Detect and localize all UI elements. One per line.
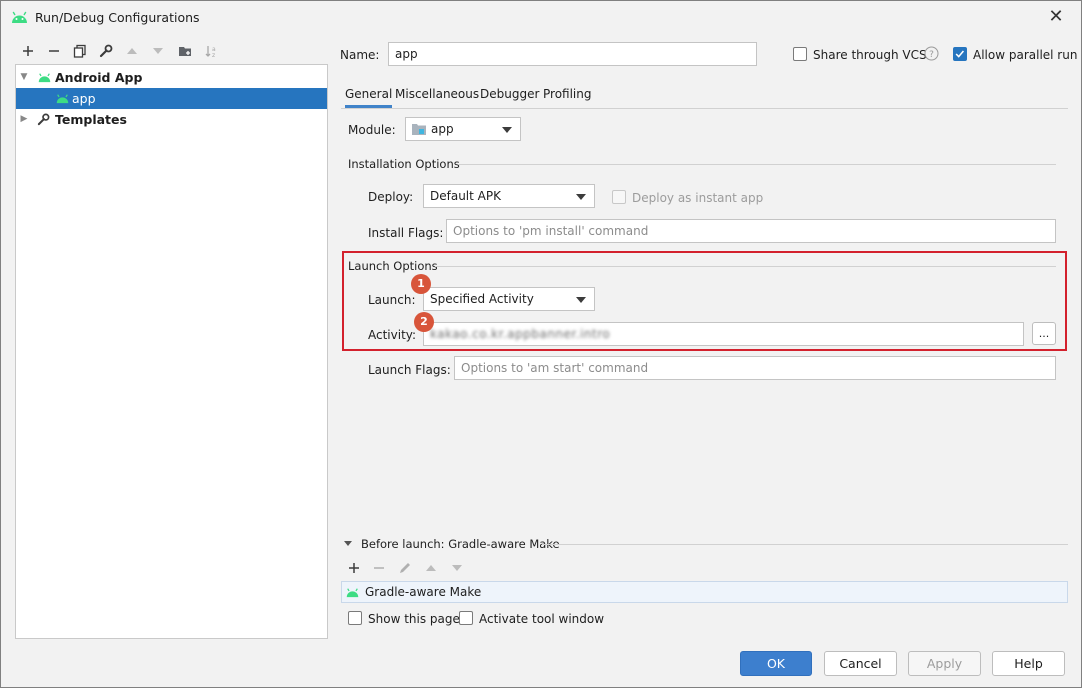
module-select[interactable]: app xyxy=(405,117,521,141)
apply-button[interactable]: Apply xyxy=(908,651,981,676)
tree-item-label: Templates xyxy=(55,112,127,127)
wrench-icon[interactable] xyxy=(96,41,116,61)
activity-label: Activity: xyxy=(368,328,417,342)
ok-button[interactable]: OK xyxy=(740,651,812,676)
android-icon xyxy=(38,73,51,83)
move-task-down-icon[interactable] xyxy=(447,558,467,578)
deploy-instant-app-checkbox[interactable] xyxy=(612,190,626,204)
module-value: app xyxy=(431,122,454,136)
android-icon xyxy=(346,587,359,597)
tab-debugger[interactable]: Debugger xyxy=(480,86,539,108)
window-title: Run/Debug Configurations xyxy=(35,10,200,25)
svg-text:z: z xyxy=(212,52,215,58)
activate-tool-window-label: Activate tool window xyxy=(479,612,605,626)
svg-text:?: ? xyxy=(929,50,934,60)
before-launch-separator xyxy=(542,544,1068,545)
browse-activity-button[interactable]: ... xyxy=(1032,322,1056,345)
activity-value: kakao.co.kr.appbanner.intro xyxy=(430,327,611,341)
close-icon[interactable]: ✕ xyxy=(1045,6,1067,28)
chevron-right-icon[interactable]: ▶ xyxy=(19,114,29,124)
step-badge-1: 1 xyxy=(411,274,431,294)
launch-label: Launch: xyxy=(368,293,416,307)
share-vcs-checkbox[interactable] xyxy=(793,47,807,61)
show-page-checkbox[interactable] xyxy=(348,611,362,625)
tree-item-templates[interactable]: ▶ Templates xyxy=(16,109,327,130)
title-bar: Run/Debug Configurations ✕ xyxy=(1,1,1081,34)
name-label: Name: xyxy=(340,48,380,62)
help-icon[interactable]: ? xyxy=(924,46,939,61)
add-icon[interactable] xyxy=(18,41,38,61)
launch-options-title: Launch Options xyxy=(348,259,438,273)
allow-parallel-checkbox[interactable] xyxy=(953,47,967,61)
chevron-down-icon[interactable]: ▼ xyxy=(19,72,29,82)
android-icon xyxy=(56,94,69,104)
move-task-up-icon[interactable] xyxy=(421,558,441,578)
before-launch-title: Before launch: Gradle-aware Make xyxy=(361,537,560,551)
help-button[interactable]: Help xyxy=(992,651,1065,676)
new-folder-icon[interactable] xyxy=(175,41,195,61)
deploy-select[interactable]: Default APK xyxy=(423,184,595,208)
chevron-down-icon xyxy=(576,194,586,200)
edit-task-icon[interactable] xyxy=(395,558,415,578)
launch-flags-label: Launch Flags: xyxy=(368,363,451,377)
before-launch-task-list: Gradle-aware Make xyxy=(341,581,1068,603)
collapse-before-launch-icon[interactable] xyxy=(344,541,352,546)
wrench-icon xyxy=(37,113,50,126)
launch-value: Specified Activity xyxy=(430,292,534,306)
share-vcs-label: Share through VCS xyxy=(813,48,927,62)
deploy-instant-app-label: Deploy as instant app xyxy=(632,191,764,205)
tab-miscellaneous[interactable]: Miscellaneous xyxy=(395,86,479,108)
remove-task-icon[interactable] xyxy=(369,558,389,578)
run-debug-dialog: Run/Debug Configurations ✕ az ▼ Android … xyxy=(1,1,1081,687)
tree-item-app[interactable]: app xyxy=(16,88,327,109)
tree-item-label: app xyxy=(72,91,96,106)
install-flags-input[interactable]: Options to 'pm install' command xyxy=(446,219,1056,243)
chevron-down-icon xyxy=(502,127,512,133)
cancel-button[interactable]: Cancel xyxy=(824,651,897,676)
module-folder-icon xyxy=(412,124,426,135)
chevron-down-icon xyxy=(576,297,586,303)
allow-parallel-label: Allow parallel run xyxy=(973,48,1078,62)
installation-options-title: Installation Options xyxy=(348,157,460,171)
step-badge-2: 2 xyxy=(414,312,434,332)
launch-flags-input[interactable]: Options to 'am start' command xyxy=(454,356,1056,380)
show-page-label: Show this page xyxy=(368,612,460,626)
tree-item-label: Android App xyxy=(55,70,143,85)
install-flags-label: Install Flags: xyxy=(368,226,444,240)
remove-icon[interactable] xyxy=(44,41,64,61)
move-down-icon[interactable] xyxy=(148,41,168,61)
launch-separator xyxy=(435,266,1056,267)
android-icon xyxy=(12,11,27,23)
deploy-label: Deploy: xyxy=(368,190,414,204)
sort-icon[interactable]: az xyxy=(201,41,221,61)
copy-icon[interactable] xyxy=(70,41,90,61)
tab-general[interactable]: General xyxy=(345,86,393,108)
add-task-icon[interactable] xyxy=(344,558,364,578)
configuration-tree: ▼ Android App app ▶ Templates xyxy=(15,64,328,639)
list-item[interactable]: Gradle-aware Make xyxy=(342,582,1067,602)
activity-input[interactable]: kakao.co.kr.appbanner.intro xyxy=(423,322,1024,346)
launch-select[interactable]: Specified Activity xyxy=(423,287,595,311)
name-input[interactable]: app xyxy=(388,42,757,66)
tab-profiling[interactable]: Profiling xyxy=(543,86,592,108)
installation-separator xyxy=(458,164,1056,165)
activate-tool-window-checkbox[interactable] xyxy=(459,611,473,625)
tree-item-android-app[interactable]: ▼ Android App xyxy=(16,67,327,88)
tab-divider xyxy=(341,108,1068,109)
module-label: Module: xyxy=(348,123,396,137)
deploy-value: Default APK xyxy=(430,189,501,203)
task-label: Gradle-aware Make xyxy=(365,585,482,599)
move-up-icon[interactable] xyxy=(122,41,142,61)
